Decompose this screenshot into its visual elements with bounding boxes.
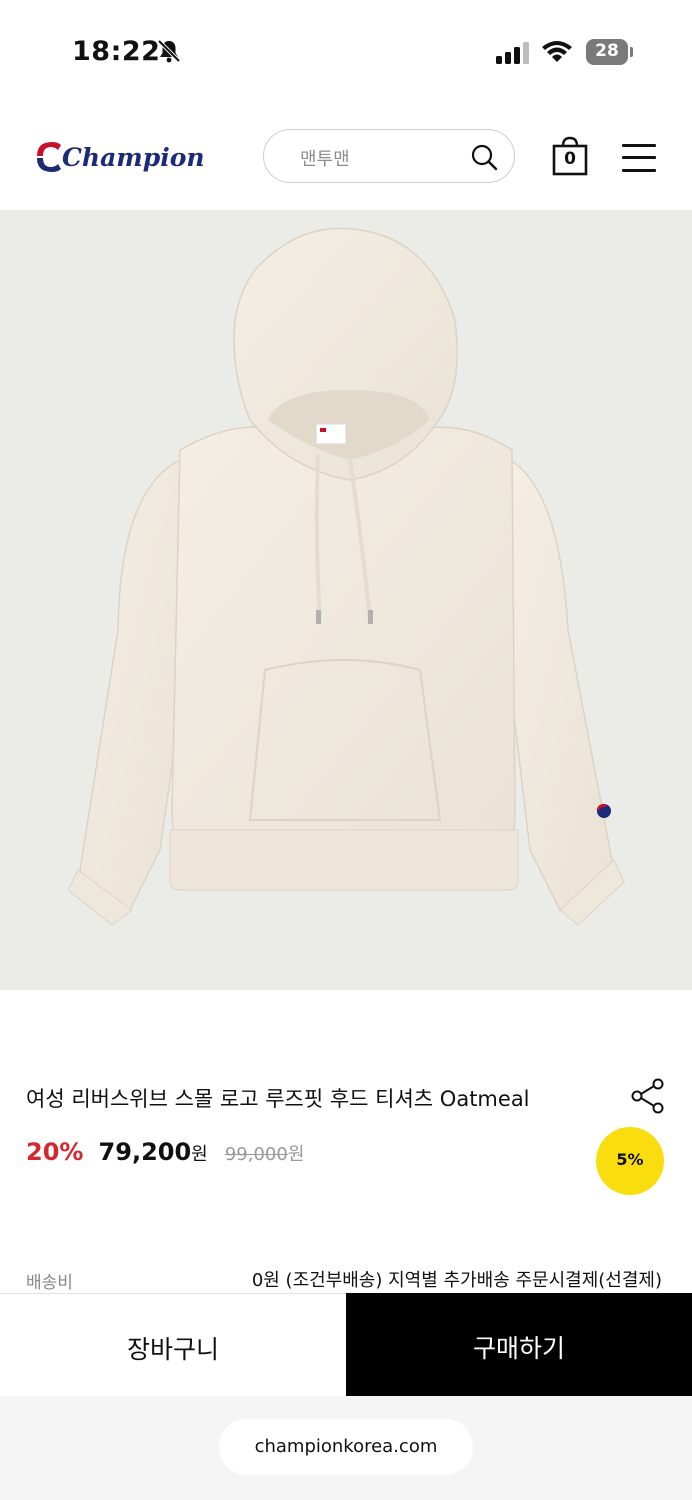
- status-time: 18:22: [72, 36, 161, 67]
- share-icon[interactable]: [630, 1078, 666, 1114]
- site-header: Champion 맨투맨 0: [0, 100, 692, 210]
- product-image[interactable]: [0, 210, 692, 990]
- shipping-value: 0원 (조건부배송) 지역별 추가배송 주문시결제(선결제): [251, 1270, 662, 1291]
- address-text: championkorea.com: [254, 1436, 438, 1457]
- cellular-signal-icon: [496, 42, 529, 64]
- add-to-cart-button[interactable]: 장바구니: [0, 1293, 346, 1396]
- champion-logo[interactable]: Champion: [34, 136, 230, 180]
- kakao-discount-badge[interactable]: 5%: [596, 1127, 664, 1195]
- shipping-label: 배송비: [26, 1273, 73, 1293]
- browser-toolbar: championkorea.com: [0, 1396, 692, 1500]
- bell-muted-icon: [157, 39, 181, 63]
- buy-now-label: 구매하기: [472, 1334, 565, 1363]
- hamburger-menu-icon[interactable]: [622, 142, 658, 174]
- search-placeholder: 맨투맨: [300, 149, 350, 170]
- buy-now-button[interactable]: 구매하기: [346, 1293, 692, 1396]
- price-row: 20% 79,200원 99,000원: [26, 1138, 304, 1172]
- logo-text: Champion: [62, 143, 205, 172]
- badge-label: 5%: [616, 1150, 644, 1169]
- battery-percent: 28: [595, 41, 619, 61]
- original-price: 99,000: [224, 1144, 288, 1165]
- sale-price-unit: 원: [191, 1144, 208, 1165]
- original-price-unit: 원: [287, 1144, 305, 1165]
- discount-rate: 20%: [26, 1138, 84, 1166]
- hoodie-illustration: [67, 227, 625, 926]
- sale-price: 79,200: [98, 1138, 192, 1166]
- cart-count: 0: [564, 149, 576, 169]
- battery-indicator: 28: [586, 39, 634, 65]
- search-input[interactable]: 맨투맨: [263, 129, 515, 183]
- cart-button[interactable]: 0: [552, 136, 588, 176]
- add-to-cart-label: 장바구니: [126, 1335, 219, 1364]
- search-icon[interactable]: [470, 143, 498, 171]
- address-bar[interactable]: championkorea.com: [219, 1419, 473, 1475]
- product-title: 여성 리버스위브 스몰 로고 루즈핏 후드 티셔츠 Oatmeal: [26, 1087, 530, 1111]
- wifi-icon: [542, 41, 572, 62]
- status-bar: 18:22 28: [0, 0, 692, 100]
